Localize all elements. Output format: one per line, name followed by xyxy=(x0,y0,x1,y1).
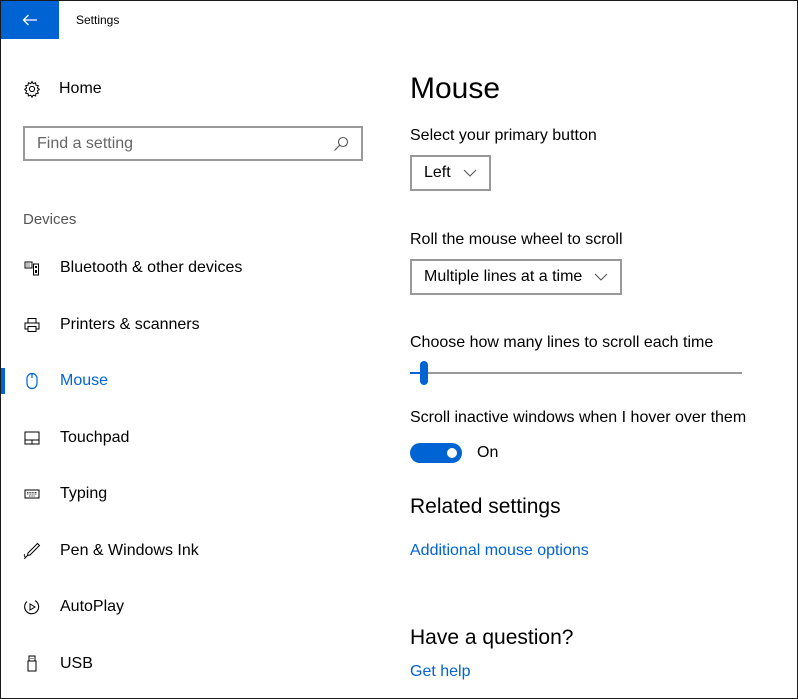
sidebar-item-label: Touchpad xyxy=(60,429,130,446)
sidebar-item-pen[interactable]: Pen & Windows Ink xyxy=(1,531,386,571)
page-title: Mouse xyxy=(410,72,501,105)
primary-button-value: Left xyxy=(424,164,451,181)
back-button[interactable] xyxy=(1,1,59,39)
primary-button-label: Select your primary button xyxy=(410,127,597,144)
sidebar: Home Devices Bluetooth & other devices xyxy=(1,39,386,698)
wheel-scroll-value: Multiple lines at a time xyxy=(424,268,583,285)
search-input[interactable] xyxy=(37,134,333,153)
slider-track xyxy=(410,372,742,374)
autoplay-icon xyxy=(23,598,41,616)
sidebar-item-mouse[interactable]: Mouse xyxy=(1,361,386,401)
bluetooth-devices-icon xyxy=(23,259,41,277)
sidebar-item-autoplay[interactable]: AutoPlay xyxy=(1,587,386,627)
primary-button-dropdown[interactable]: Left xyxy=(410,155,491,191)
lines-scroll-slider[interactable] xyxy=(410,361,742,385)
inactive-scroll-label: Scroll inactive windows when I hover ove… xyxy=(410,409,747,426)
printer-icon xyxy=(23,316,41,334)
lines-scroll-label: Choose how many lines to scroll each tim… xyxy=(410,334,714,351)
sidebar-item-label: USB xyxy=(60,655,93,672)
additional-mouse-options-link[interactable]: Additional mouse options xyxy=(410,542,589,560)
sidebar-item-label: AutoPlay xyxy=(60,598,125,615)
related-settings-heading: Related settings xyxy=(410,495,561,518)
sidebar-item-label: Printers & scanners xyxy=(60,316,200,333)
search-box[interactable] xyxy=(23,126,363,161)
sidebar-home[interactable]: Home xyxy=(23,79,102,99)
mouse-icon xyxy=(23,372,41,390)
toggle-knob xyxy=(447,448,457,458)
chevron-down-icon xyxy=(463,169,477,177)
chevron-down-icon xyxy=(594,273,608,281)
wheel-scroll-dropdown[interactable]: Multiple lines at a time xyxy=(410,259,623,295)
pen-icon xyxy=(23,542,41,560)
settings-window: Settings Home Devices xyxy=(0,0,798,699)
gear-icon xyxy=(23,80,41,98)
home-label: Home xyxy=(59,80,102,97)
back-arrow-icon xyxy=(22,14,37,26)
get-help-link[interactable]: Get help xyxy=(410,663,470,681)
section-devices-heading: Devices xyxy=(23,211,77,228)
sidebar-item-touchpad[interactable]: Touchpad xyxy=(1,418,386,458)
slider-thumb[interactable] xyxy=(420,361,428,385)
main-content: Mouse Select your primary button Left Ro… xyxy=(410,39,795,698)
sidebar-item-label: Typing xyxy=(60,485,108,502)
toggle-state-label: On xyxy=(477,444,499,461)
sidebar-item-typing[interactable]: Typing xyxy=(1,474,386,514)
sidebar-item-bluetooth[interactable]: Bluetooth & other devices xyxy=(1,248,386,288)
window-title: Settings xyxy=(76,13,120,27)
keyboard-icon xyxy=(23,485,41,503)
usb-icon xyxy=(23,655,41,673)
search-icon[interactable] xyxy=(333,136,349,152)
wheel-scroll-label: Roll the mouse wheel to scroll xyxy=(410,231,623,248)
title-bar: Settings xyxy=(1,1,797,39)
sidebar-item-label: Mouse xyxy=(60,372,109,389)
inactive-scroll-toggle[interactable] xyxy=(410,443,462,463)
sidebar-item-label: Pen & Windows Ink xyxy=(60,542,199,559)
have-a-question-heading: Have a question? xyxy=(410,626,574,649)
touchpad-icon xyxy=(23,429,41,447)
sidebar-item-printers[interactable]: Printers & scanners xyxy=(1,305,386,345)
sidebar-item-label: Bluetooth & other devices xyxy=(60,259,243,276)
sidebar-item-usb[interactable]: USB xyxy=(1,644,386,684)
